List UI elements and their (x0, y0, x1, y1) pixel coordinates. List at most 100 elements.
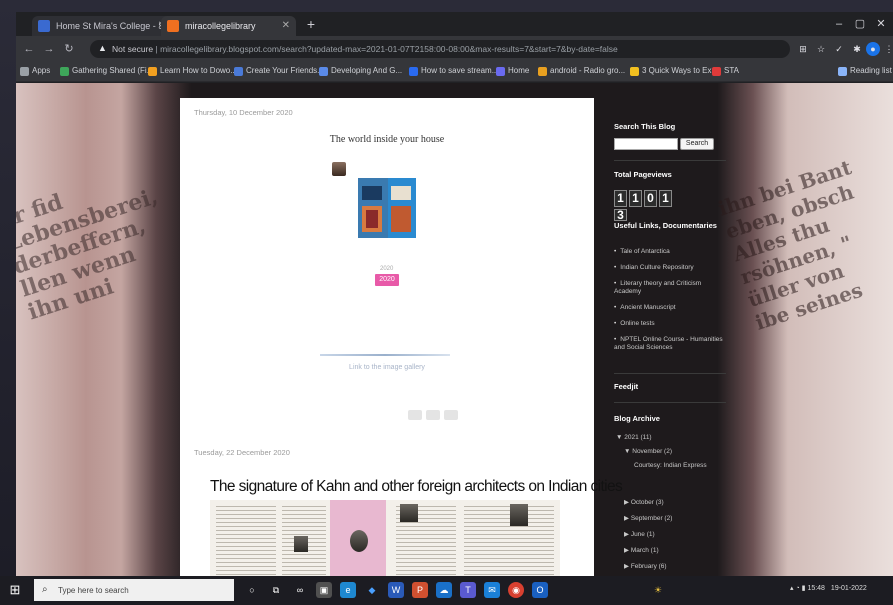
address-bar[interactable]: ▲ Not secure | miracollegelibrary.blogsp… (90, 40, 790, 58)
archive-month[interactable]: ▶ March (1) (624, 546, 659, 554)
post-caption-link[interactable]: Link to the image gallery (180, 364, 594, 371)
windows-taskbar: ⊞ ⌕ Type here to search ○ ⧉ ∞ ▣ e ◆ W P … (0, 576, 893, 605)
background-left-text: gr fid Lebensberei, derbeffern, llen wenn ih… (16, 183, 161, 326)
portrait-photo (294, 536, 308, 552)
apps-grid-icon (20, 67, 29, 76)
newspaper-clipping-image[interactable] (210, 500, 560, 576)
edge-icon[interactable]: e (340, 582, 356, 598)
maximize-icon[interactable]: ▢ (852, 17, 868, 31)
useful-link[interactable]: Indian Culture Repository (614, 264, 726, 272)
archive-month[interactable]: ▶ September (2) (624, 514, 672, 522)
bookmark-favicon-icon (538, 67, 547, 76)
new-tab-button[interactable]: + (303, 16, 319, 32)
bookmark-learn-how[interactable]: Learn How to Dowo... (148, 66, 237, 78)
people-icon[interactable]: ∞ (292, 582, 308, 598)
bookmark-favicon-icon (148, 67, 157, 76)
bookmark-home[interactable]: Home (496, 66, 529, 78)
star-icon[interactable]: ☆ (814, 42, 828, 56)
pageview-digit: 1 (614, 190, 627, 207)
taskbar-search-input[interactable]: ⌕ Type here to search (34, 579, 234, 601)
search-button[interactable]: Search (680, 138, 714, 150)
bookmark-how-to-save-stream[interactable]: How to save stream... (409, 66, 498, 78)
weather-icon[interactable]: ☀ (650, 582, 666, 598)
bookmark-gathering-shared[interactable]: Gathering Shared (Fi... (60, 66, 153, 78)
archive-post-link[interactable]: Courtesy: Indian Express (634, 462, 714, 470)
portrait-photo (350, 530, 368, 552)
post-image[interactable] (358, 178, 416, 238)
post-date: Tuesday, 22 December 2020 (194, 448, 290, 457)
reload-icon[interactable]: ↻ (62, 42, 76, 56)
collapsed-triangle-icon: ▶ (624, 515, 631, 522)
background-right-text: ihn bei Bant eben, obsch Alles thu rsöhnen,… (715, 155, 866, 335)
portrait-photo (510, 504, 528, 526)
useful-link[interactable]: Literary theory and Criticism Academy (614, 280, 726, 296)
not-secure-label: Not secure (112, 44, 154, 54)
post-share-row (194, 410, 584, 422)
outlook-icon[interactable]: O (532, 582, 548, 598)
bookmark-sta[interactable]: STA (712, 66, 739, 78)
feedjit-heading: Feedjit (614, 382, 639, 391)
pageviews-heading: Total Pageviews (614, 170, 672, 179)
tab-st-miras-college[interactable]: Home St Mira's College - STM... ✕ (32, 16, 172, 36)
teams-icon[interactable]: T (460, 582, 476, 598)
search-input[interactable] (614, 138, 678, 150)
bookmark-create-your-friends[interactable]: Create Your Friends... (234, 66, 324, 78)
bookmark-3-quick-ways[interactable]: 3 Quick Ways to Ex... (630, 66, 718, 78)
bookmark-favicon-icon (496, 67, 505, 76)
chrome-icon[interactable]: ◉ (508, 582, 524, 598)
bookmarks-bar: Apps Gathering Shared (Fi... Learn How t… (16, 62, 893, 82)
post-title[interactable]: The signature of Kahn and other foreign … (210, 478, 623, 496)
divider (614, 402, 726, 403)
extension-icon[interactable]: ✓ (832, 42, 846, 56)
twitter-share-icon[interactable] (444, 410, 458, 420)
forward-arrow-icon[interactable]: → (42, 42, 56, 56)
powerpoint-icon[interactable]: P (412, 582, 428, 598)
useful-link[interactable]: Online tests (614, 320, 726, 328)
reading-list-icon (838, 67, 847, 76)
blog-share-icon[interactable] (426, 410, 440, 420)
onedrive-icon[interactable]: ☁ (436, 582, 452, 598)
windows-start-icon[interactable]: ⊞ (8, 583, 22, 597)
bookmark-favicon-icon (409, 67, 418, 76)
archive-month[interactable]: ▼ November (2) (624, 448, 672, 455)
mail-icon[interactable]: ✉ (484, 582, 500, 598)
pageview-digit: 3 (614, 209, 627, 221)
archive-month[interactable]: ▶ June (1) (624, 530, 655, 538)
store-icon[interactable]: ▣ (316, 582, 332, 598)
archive-year[interactable]: ▼ 2021 (11) (616, 434, 652, 441)
useful-link[interactable]: NPTEL Online Course - Humanities and Soc… (614, 336, 726, 352)
minimize-icon[interactable]: – (831, 17, 847, 31)
menu-dots-icon[interactable]: ⋮ (882, 42, 893, 56)
archive-month[interactable]: ▶ October (3) (624, 498, 664, 506)
bookmark-apps[interactable]: Apps (20, 66, 50, 78)
system-tray[interactable]: ▴ ◔ ▮ 15:48 19-01-2022 (790, 584, 867, 592)
bookmark-favicon-icon (712, 67, 721, 76)
dropbox-icon[interactable]: ◆ (364, 582, 380, 598)
shelves-picture-icon (358, 178, 416, 238)
search-icon: ⌕ (42, 584, 48, 595)
useful-links-heading: Useful Links, Documentaries (614, 221, 717, 230)
post-title[interactable]: The world inside your house (180, 134, 594, 145)
collapsed-triangle-icon: ▶ (624, 547, 631, 554)
back-arrow-icon[interactable]: ← (22, 42, 36, 56)
college-favicon-icon (38, 20, 50, 32)
cortana-icon[interactable]: ○ (244, 582, 260, 598)
year-caption: 2020 (380, 266, 394, 272)
reading-list[interactable]: Reading list (838, 66, 892, 78)
share-icon[interactable]: ⊞ (796, 42, 810, 56)
close-window-icon[interactable]: ✕ (873, 17, 889, 31)
close-tab-icon[interactable]: ✕ (282, 20, 290, 31)
blogger-favicon-icon (167, 20, 179, 32)
puzzle-icon[interactable]: ✱ (850, 42, 864, 56)
profile-avatar-icon[interactable]: ● (866, 42, 880, 56)
email-share-icon[interactable] (408, 410, 422, 420)
archive-month[interactable]: ▶ February (6) (624, 562, 667, 570)
task-view-icon[interactable]: ⧉ (268, 582, 284, 598)
url-text: miracollegelibrary.blogspot.com/search?u… (160, 44, 618, 54)
useful-link[interactable]: Ancient Manuscript (614, 304, 726, 312)
bookmark-android-radio[interactable]: android - Radio gro... (538, 66, 625, 78)
useful-link[interactable]: Tale of Antarctica (614, 248, 726, 256)
word-icon[interactable]: W (388, 582, 404, 598)
tab-miracollegelibrary[interactable]: miracollegelibrary ✕ (161, 16, 296, 36)
bookmark-developing-and[interactable]: Developing And G... (319, 66, 402, 78)
